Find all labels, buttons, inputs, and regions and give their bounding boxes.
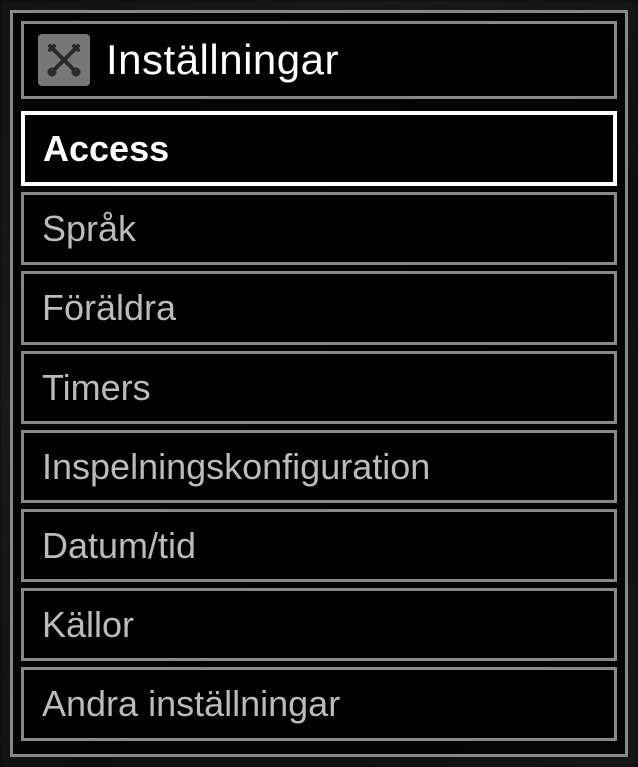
menu-item-date-time[interactable]: Datum/tid bbox=[21, 509, 617, 582]
menu-item-other-settings[interactable]: Andra inställningar bbox=[21, 667, 617, 740]
settings-title: Inställningar bbox=[106, 36, 339, 84]
menu-item-recording-config[interactable]: Inspelningskonfiguration bbox=[21, 430, 617, 503]
menu-item-label: Access bbox=[43, 128, 169, 169]
menu-item-label: Inspelningskonfiguration bbox=[42, 446, 430, 487]
settings-menu-list: Access Språk Föräldra Timers Inspelnings… bbox=[21, 111, 617, 741]
menu-item-label: Språk bbox=[42, 208, 136, 249]
menu-item-access[interactable]: Access bbox=[21, 111, 617, 186]
menu-item-label: Datum/tid bbox=[42, 525, 196, 566]
menu-item-timers[interactable]: Timers bbox=[21, 351, 617, 424]
settings-header: Inställningar bbox=[21, 21, 617, 99]
menu-item-parental[interactable]: Föräldra bbox=[21, 271, 617, 344]
menu-item-label: Timers bbox=[42, 367, 151, 408]
menu-item-label: Andra inställningar bbox=[42, 683, 340, 724]
settings-panel: Inställningar Access Språk Föräldra Time… bbox=[10, 10, 628, 757]
menu-item-label: Källor bbox=[42, 604, 134, 645]
menu-item-label: Föräldra bbox=[42, 287, 176, 328]
menu-item-language[interactable]: Språk bbox=[21, 192, 617, 265]
tools-icon bbox=[38, 34, 90, 86]
menu-item-sources[interactable]: Källor bbox=[21, 588, 617, 661]
